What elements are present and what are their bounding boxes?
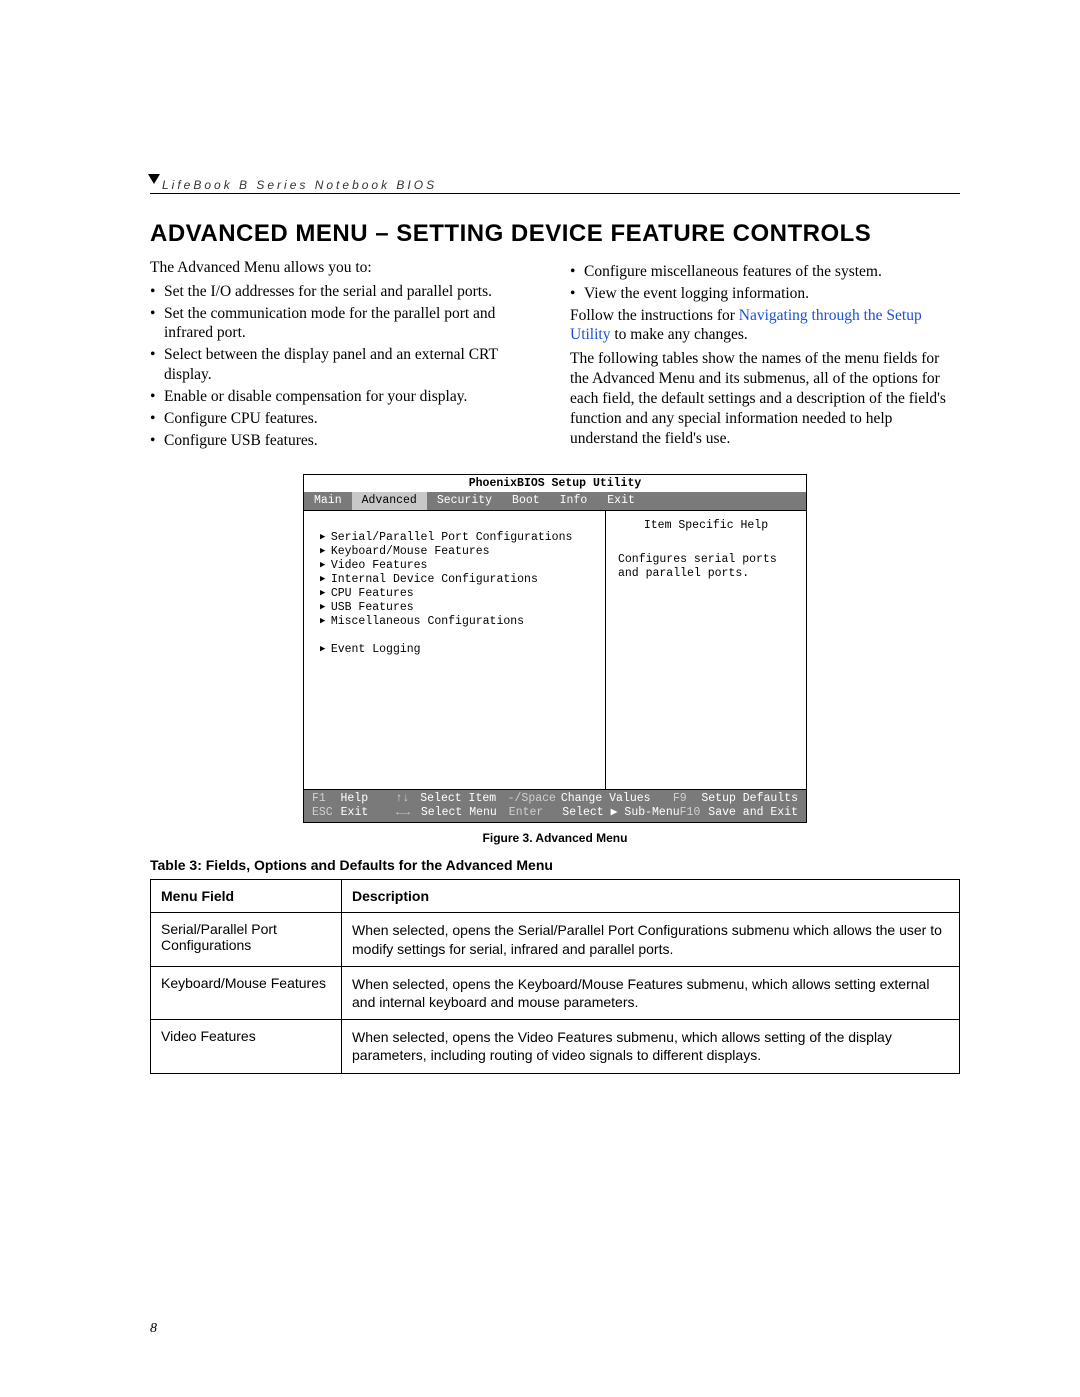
- running-head: LifeBook B Series Notebook BIOS: [162, 178, 437, 192]
- explanatory-paragraph: The following tables show the names of t…: [570, 349, 960, 448]
- key-label: -/Space: [508, 792, 556, 805]
- table-row: Serial/Parallel Port Configurations When…: [151, 913, 960, 966]
- follow-instructions: Follow the instructions for Navigating t…: [570, 306, 960, 346]
- header-rule: [150, 193, 960, 194]
- bios-tabbar: Main Advanced Security Boot Info Exit: [304, 492, 806, 510]
- bios-menu-item[interactable]: Video Features: [320, 559, 595, 573]
- bullet: Set the communication mode for the paral…: [150, 304, 540, 344]
- bullet: Configure CPU features.: [150, 409, 540, 429]
- page-title: ADVANCED MENU – SETTING DEVICE FEATURE C…: [150, 220, 960, 248]
- bios-menu-item[interactable]: USB Features: [320, 601, 595, 615]
- intro-text: The Advanced Menu allows you to:: [150, 258, 540, 278]
- bios-tab-advanced[interactable]: Advanced: [352, 492, 427, 510]
- bios-menu-item[interactable]: CPU Features: [320, 587, 595, 601]
- text: Follow the instructions for: [570, 307, 739, 324]
- text: to make any changes.: [610, 326, 747, 343]
- bios-help-pane: Item Specific Help Configures serial por…: [606, 511, 806, 789]
- bios-tab-info[interactable]: Info: [550, 492, 598, 510]
- table-cell-field: Keyboard/Mouse Features: [151, 966, 342, 1019]
- key-label: ↑↓: [396, 792, 410, 805]
- column-left: The Advanced Menu allows you to: Set the…: [150, 258, 540, 452]
- bios-menu-item[interactable]: Keyboard/Mouse Features: [320, 545, 595, 559]
- key-label: F1: [312, 792, 326, 805]
- key-action: Setup Defaults: [701, 792, 798, 806]
- table-cell-field: Serial/Parallel Port Configurations: [151, 913, 342, 966]
- bullet: Configure USB features.: [150, 431, 540, 451]
- bullet: Set the I/O addresses for the serial and…: [150, 282, 540, 302]
- bios-tab-main[interactable]: Main: [304, 492, 352, 510]
- key-label: ←→: [396, 806, 410, 819]
- table-header: Description: [342, 880, 960, 913]
- bios-title: PhoenixBIOS Setup Utility: [304, 475, 806, 492]
- table-row: Video Features When selected, opens the …: [151, 1020, 960, 1073]
- page-number: 8: [150, 1321, 157, 1337]
- key-label: ESC: [312, 806, 333, 819]
- bullet-list-right: Configure miscellaneous features of the …: [570, 262, 960, 304]
- key-action: Select Menu: [421, 806, 509, 820]
- bullet: View the event logging information.: [570, 284, 960, 304]
- bios-menu-item[interactable]: Event Logging: [320, 643, 595, 657]
- key-action: Help: [340, 792, 395, 806]
- table-cell-field: Video Features: [151, 1020, 342, 1073]
- fields-table: Menu Field Description Serial/Parallel P…: [150, 879, 960, 1073]
- key-action: Change Values: [561, 792, 673, 806]
- table-caption: Table 3: Fields, Options and Defaults fo…: [150, 857, 960, 873]
- table-header: Menu Field: [151, 880, 342, 913]
- bios-tab-exit[interactable]: Exit: [597, 492, 645, 510]
- bullet: Select between the display panel and an …: [150, 345, 540, 385]
- column-right: Configure miscellaneous features of the …: [570, 258, 960, 452]
- bios-menu-item[interactable]: Internal Device Configurations: [320, 573, 595, 587]
- key-action: Exit: [341, 806, 396, 820]
- table-cell-desc: When selected, opens the Video Features …: [342, 1020, 960, 1073]
- bullet: Enable or disable compensation for your …: [150, 387, 540, 407]
- bios-menu-item[interactable]: Miscellaneous Configurations: [320, 615, 595, 629]
- bullet-list-left: Set the I/O addresses for the serial and…: [150, 282, 540, 451]
- bios-help-title: Item Specific Help: [618, 519, 794, 533]
- bios-menu-pane: Serial/Parallel Port Configurations Keyb…: [304, 511, 606, 789]
- table-row: Keyboard/Mouse Features When selected, o…: [151, 966, 960, 1019]
- table-cell-desc: When selected, opens the Keyboard/Mouse …: [342, 966, 960, 1019]
- key-label: F9: [673, 792, 687, 805]
- key-label: F10: [680, 806, 701, 819]
- key-label: Enter: [509, 806, 544, 819]
- bios-tab-boot[interactable]: Boot: [502, 492, 550, 510]
- figure-caption: Figure 3. Advanced Menu: [150, 831, 960, 845]
- table-cell-desc: When selected, opens the Serial/Parallel…: [342, 913, 960, 966]
- bios-menu-item[interactable]: Serial/Parallel Port Configurations: [320, 531, 595, 545]
- bios-figure: PhoenixBIOS Setup Utility Main Advanced …: [303, 474, 807, 823]
- bios-footer: F1 Help ↑↓ Select Item -/Space Change Va…: [304, 789, 806, 822]
- bullet: Configure miscellaneous features of the …: [570, 262, 960, 282]
- bios-help-text: Configures serial ports and parallel por…: [618, 553, 794, 581]
- key-action: Select Item: [420, 792, 507, 806]
- key-action: Select ▶ Sub-Menu: [562, 806, 679, 820]
- key-action: Save and Exit: [708, 806, 798, 820]
- bios-tab-security[interactable]: Security: [427, 492, 502, 510]
